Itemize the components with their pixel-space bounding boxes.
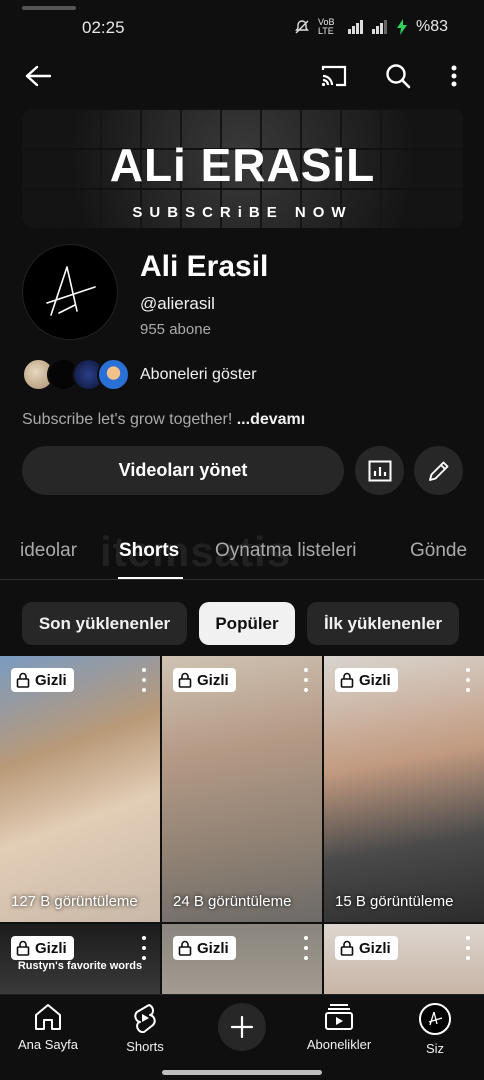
signal-icon [347,20,363,34]
more-options-icon[interactable] [438,60,470,92]
top-app-bar [0,56,484,96]
search-icon[interactable] [382,60,414,92]
description-more-link[interactable]: ...devamı [237,411,305,428]
short-caption: Rustyn's favorite words [17,960,143,972]
tab-shorts[interactable]: Shorts [119,540,179,562]
short-thumbnail[interactable]: Gizli Rustyn's favorite words [0,924,160,996]
private-label: Gizli [359,671,391,689]
lock-icon [178,940,192,956]
lock-icon [178,672,192,688]
short-thumbnail[interactable]: Gizli [324,924,484,996]
back-icon[interactable] [22,60,54,92]
short-views: 24 B görüntüleme [173,893,292,910]
description-text: Subscribe let's grow together! [22,411,233,428]
nav-you-label: Siz [425,1041,445,1056]
short-more-icon[interactable] [140,668,148,692]
private-label: Gizli [35,939,67,957]
status-icons: VoB LTE %83 [294,18,448,36]
create-button[interactable] [218,1003,266,1051]
tab-playlists[interactable]: Oynatma listeleri [215,540,357,562]
banner-subtitle: SUBSCRiBE NOW [132,204,353,221]
notch-pill [22,6,76,10]
short-more-icon[interactable] [464,668,472,692]
channel-description[interactable]: Subscribe let's grow together! ...devamı [22,411,305,429]
bottom-navigation: Ana Sayfa Shorts Abonelikler Siz [0,994,484,1080]
short-more-icon[interactable] [140,936,148,960]
private-label: Gizli [197,671,229,689]
lock-icon [340,672,354,688]
subscriber-avatar [97,358,130,391]
short-more-icon[interactable] [302,936,310,960]
private-badge: Gizli [11,668,74,692]
active-tab-indicator [118,577,183,579]
nav-home[interactable]: Ana Sayfa [3,1003,93,1052]
sort-chips: Son yüklenenler Popüler İlk yüklenenler [0,602,484,646]
edit-channel-button[interactable] [414,446,463,495]
subscriber-count: 955 abone [140,321,211,338]
channel-name: Ali Erasil [140,250,269,283]
shorts-icon [134,1004,156,1033]
private-badge: Gizli [11,936,74,960]
network-label: VoB LTE [317,17,335,36]
shorts-grid: Gizli 127 B görüntüleme Gizli 24 B görün… [0,656,484,996]
logo-a-icon [428,1011,443,1026]
channel-handle: @alierasil [140,294,215,313]
private-label: Gizli [197,939,229,957]
short-thumbnail[interactable]: Gizli [162,924,322,996]
lock-icon [16,940,30,956]
show-subscribers-link[interactable]: Aboneleri göster [140,366,257,384]
short-thumbnail[interactable]: Gizli 24 B görüntüleme [162,656,322,922]
home-icon [35,1004,61,1030]
private-badge: Gizli [173,668,236,692]
lock-icon [340,940,354,956]
pencil-icon [428,461,448,481]
manage-videos-button[interactable]: Videoları yönet [22,446,344,495]
private-badge: Gizli [335,668,398,692]
nav-subscriptions-label: Abonelikler [306,1037,372,1052]
status-time: 02:25 [82,18,125,37]
profile-avatar [419,1003,451,1035]
subscribers-row[interactable]: Aboneleri göster [22,358,462,392]
nav-shorts-label: Shorts [126,1039,164,1054]
short-views: 15 B görüntüleme [335,893,454,910]
charging-icon [396,19,407,35]
analytics-button[interactable] [355,446,404,495]
status-bar: 02:25 VoB LTE %83 [0,0,484,56]
home-indicator[interactable] [162,1070,322,1075]
nav-home-label: Ana Sayfa [18,1037,78,1052]
short-thumbnail[interactable]: Gizli 15 B görüntüleme [324,656,484,922]
chip-oldest[interactable]: İlk yüklenenler [307,602,459,645]
cast-icon[interactable] [318,60,350,92]
mute-icon [295,20,309,34]
short-thumbnail[interactable]: Gizli 127 B görüntüleme [0,656,160,922]
short-more-icon[interactable] [302,668,310,692]
nav-subscriptions[interactable]: Abonelikler [294,1003,384,1052]
chip-popular[interactable]: Popüler [199,602,295,645]
channel-banner: ALi ERASiL SUBSCRiBE NOW [22,108,463,228]
nav-you[interactable]: Siz [390,1003,480,1056]
lock-icon [16,672,30,688]
signal-icon-2 [371,20,387,34]
chip-latest[interactable]: Son yüklenenler [22,602,187,645]
logo-a-icon [46,266,96,316]
nav-shorts[interactable]: Shorts [100,1003,190,1054]
private-label: Gizli [35,671,67,689]
subscriptions-icon [325,1004,353,1030]
private-badge: Gizli [173,936,236,960]
battery-percent: %83 [415,18,448,35]
short-views: 127 B görüntüleme [11,893,138,910]
banner-title: ALi ERASiL [109,139,376,191]
plus-icon [231,1016,253,1038]
channel-avatar[interactable] [22,244,118,340]
private-label: Gizli [359,939,391,957]
tab-posts[interactable]: Gönde [410,540,467,562]
tab-videos[interactable]: ideolar [20,540,77,562]
analytics-icon [368,460,391,481]
short-more-icon[interactable] [464,936,472,960]
channel-tabs: itemsatis ideolar Shorts Oynatma listele… [0,520,484,580]
private-badge: Gizli [335,936,398,960]
